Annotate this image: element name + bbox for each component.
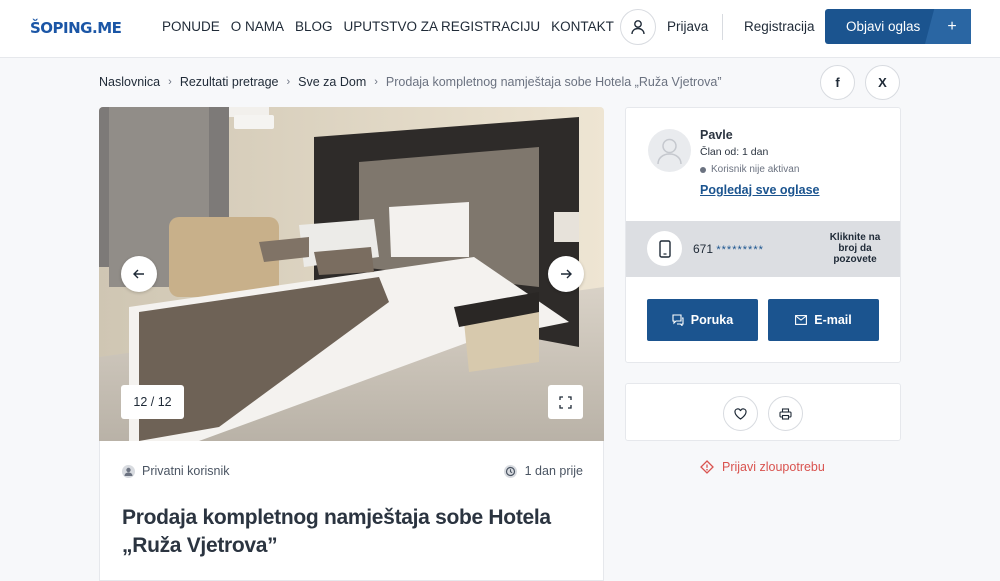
seller-name: Pavle	[700, 128, 733, 142]
email-button[interactable]: E-mail	[768, 299, 879, 341]
seller-type-label: Privatni korisnik	[142, 464, 230, 478]
posted-time: 1 dan prije	[503, 464, 583, 478]
site-header: ŠOPING.ME PONUDE O NAMA BLOG UPUTSTVO ZA…	[0, 0, 1000, 58]
seller-type: Privatni korisnik	[122, 464, 230, 478]
nav-blog[interactable]: BLOG	[295, 19, 333, 34]
phone-reveal[interactable]: 671 ********* Kliknite na broj da pozove…	[626, 221, 900, 277]
phone-hint: Kliknite na broj da pozovete	[829, 232, 881, 265]
x-share-button[interactable]: X	[865, 65, 900, 100]
report-label: Prijavi zloupotrebu	[722, 460, 825, 474]
chevron-right-icon: ›	[374, 76, 378, 88]
arrow-right-icon	[561, 269, 572, 279]
main-nav: PONUDE O NAMA BLOG UPUTSTVO ZA REGISTRAC…	[162, 19, 614, 34]
x-icon: X	[878, 75, 887, 90]
breadcrumb: Naslovnica › Rezultati pretrage › Sve za…	[99, 75, 722, 89]
site-logo[interactable]: ŠOPING.ME	[30, 19, 122, 37]
phone-icon	[647, 231, 682, 266]
nav-o-nama[interactable]: O NAMA	[231, 19, 284, 34]
clock-icon	[503, 464, 517, 478]
register-link[interactable]: Registracija	[744, 19, 815, 34]
facebook-icon: f	[835, 75, 840, 90]
status-dot-icon	[700, 166, 706, 173]
seller-card: Pavle Član od: 1 dan Korisnik nije aktiv…	[625, 107, 901, 363]
message-button[interactable]: Poruka	[647, 299, 758, 341]
phone-masked: *********	[716, 244, 764, 256]
seller-status: Korisnik nije aktivan	[700, 164, 799, 175]
breadcrumb-home[interactable]: Naslovnica	[99, 75, 160, 89]
listing-title: Prodaja kompletnog namještaja sobe Hotel…	[122, 506, 551, 557]
seller-status-label: Korisnik nije aktivan	[711, 164, 800, 175]
listing-actions	[625, 383, 901, 441]
breadcrumb-current: Prodaja kompletnog namještaja sobe Hotel…	[385, 75, 722, 89]
next-photo-button[interactable]	[548, 256, 584, 292]
plus-icon: +	[925, 9, 971, 44]
expand-icon	[559, 395, 572, 409]
breadcrumb-results[interactable]: Rezultati pretrage	[180, 75, 279, 89]
avatar-placeholder-icon	[657, 138, 682, 165]
warning-icon	[700, 460, 714, 474]
nav-ponude[interactable]: PONUDE	[162, 19, 220, 34]
chat-icon	[672, 314, 684, 326]
nav-uputstvo[interactable]: UPUTSTVO ZA REGISTRACIJU	[344, 19, 541, 34]
phone-number[interactable]: 671 *********	[693, 242, 764, 256]
login-link[interactable]: Prijava	[667, 19, 708, 34]
nav-kontakt[interactable]: KONTAKT	[551, 19, 614, 34]
post-ad-label: Objavi oglas	[846, 19, 921, 34]
message-label: Poruka	[690, 313, 734, 327]
user-icon[interactable]	[620, 9, 656, 45]
listing-info: Privatni korisnik 1 dan prije Prodaja ko…	[99, 441, 604, 581]
fullscreen-button[interactable]	[548, 385, 583, 419]
prev-photo-button[interactable]	[121, 256, 157, 292]
header-divider	[722, 14, 723, 40]
heart-icon	[734, 407, 747, 420]
chevron-right-icon: ›	[286, 76, 291, 88]
person-icon	[122, 464, 135, 478]
arrow-left-icon	[133, 269, 144, 279]
favorite-button[interactable]	[723, 396, 758, 431]
avatar	[648, 129, 691, 172]
email-label: E-mail	[814, 313, 852, 327]
facebook-share-button[interactable]: f	[820, 65, 855, 100]
mail-icon	[795, 315, 808, 325]
post-ad-button[interactable]: Objavi oglas +	[825, 9, 971, 44]
breadcrumb-category[interactable]: Sve za Dom	[298, 75, 366, 89]
print-button[interactable]	[768, 396, 803, 431]
report-abuse-link[interactable]: Prijavi zloupotrebu	[700, 460, 825, 474]
chevron-right-icon: ›	[168, 76, 172, 88]
member-since: Član od: 1 dan	[700, 146, 769, 158]
phone-prefix: 671	[693, 242, 714, 256]
photo-counter: 12 / 12	[121, 385, 184, 419]
view-all-ads-link[interactable]: Pogledaj sve oglase	[700, 183, 820, 197]
printer-icon	[779, 407, 792, 420]
posted-time-label: 1 dan prije	[524, 464, 583, 478]
